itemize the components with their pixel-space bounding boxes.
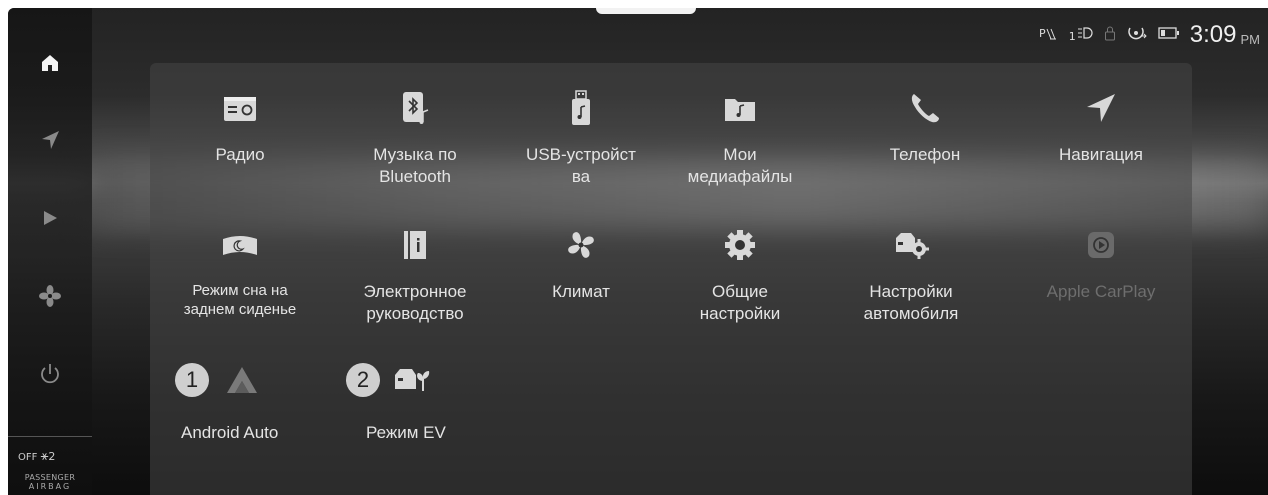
climate-fan-icon [561,225,601,265]
airbag-seat-number: 2 [48,450,56,463]
sidebar: OFF ⚹2 PASSENGER AIRBAG [8,8,92,495]
app-navigation[interactable]: Навигация [1016,88,1186,166]
app-label: Режим EV [366,423,446,442]
settings-gear-icon [720,225,760,265]
app-label: Навигация [1059,145,1143,164]
home-icon [39,52,61,74]
android-auto-icon [225,365,259,399]
sidebar-item-home[interactable] [8,33,92,93]
app-label-line2: медиафайлы [687,167,793,186]
app-label-line1: Режим сна на [192,282,288,299]
ev-mode-icon [392,365,432,399]
navigation-icon [1081,88,1121,128]
infotainment-screen: OFF ⚹2 PASSENGER AIRBAG P 1 3:09 PM Ради… [8,8,1268,495]
radio-icon [220,88,260,128]
autohold-icon: P [1039,25,1059,45]
app-radio[interactable]: Радио [155,88,325,166]
app-ev-mode[interactable]: 2 Режим EV [346,363,486,453]
app-label: Apple CarPlay [1046,282,1156,301]
status-bar: P 1 3:09 PM [1039,20,1260,50]
app-e-manual[interactable]: Электронное руководство [330,225,500,325]
apps-panel: Радио Музыка по Bluetooth USB-устройст в… [150,63,1192,495]
app-label-line1: Музыка по [373,145,457,164]
app-label-line1: Общие [712,282,768,301]
media-folder-icon [720,88,760,128]
shortcut-badge: 1 [175,363,209,397]
cruise-icon: 1 [1069,26,1094,44]
airbag-state: OFF [18,452,38,463]
app-label-line2: настройки [699,304,781,323]
app-label-line2: автомобиля [863,304,959,323]
sidebar-item-navigation[interactable] [8,110,92,170]
lock-icon [1104,25,1116,45]
app-label-line2: заднем сиденье [183,301,297,318]
app-label: Телефон [889,145,961,164]
app-label: Климат [552,282,610,301]
app-label-line2: Bluetooth [379,167,451,186]
app-my-media[interactable]: Мои медиафайлы [655,88,825,188]
svg-text:P: P [1039,27,1046,40]
navigation-arrow-icon [39,129,61,151]
app-label-line1: Мои [723,145,757,164]
airbag-label-line1: PASSENGER [24,473,76,482]
rear-sleep-mode-icon [220,225,260,265]
bluetooth-music-icon [395,88,435,128]
shortcut-badge: 2 [346,363,380,397]
app-usb[interactable]: USB-устройст ва [496,88,666,188]
passenger-airbag-indicator: OFF ⚹2 PASSENGER AIRBAG [8,436,92,495]
vehicle-settings-icon [891,225,931,265]
app-label: Android Auto [181,423,279,442]
app-label: Радио [215,145,265,164]
sidebar-item-power[interactable] [8,344,92,404]
app-vehicle-settings[interactable]: Настройки автомобиля [826,225,996,325]
app-label-line1: Настройки [869,282,953,301]
app-android-auto[interactable]: 1 Android Auto [175,363,315,453]
app-label-line2: ва [571,167,591,186]
tpms-icon [1126,24,1148,46]
fan-icon [39,285,61,307]
app-label-line2: руководство [366,304,464,323]
battery-icon [1158,27,1180,43]
app-bluetooth-music[interactable]: Музыка по Bluetooth [330,88,500,188]
sidebar-item-climate[interactable] [8,266,92,326]
app-rear-sleep-mode[interactable]: Режим сна на заднем сиденье [155,225,325,319]
phone-icon [905,88,945,128]
app-label-line1: USB-устройст [526,145,636,164]
sidebar-item-media[interactable] [8,188,92,248]
usb-icon [561,88,601,128]
play-icon [41,209,59,227]
clock-ampm: PM [1240,31,1261,47]
app-apple-carplay[interactable]: Apple CarPlay [1016,225,1186,303]
clock-time: 3:09 [1189,21,1237,48]
manual-icon [395,225,435,265]
gear-indicator: 1 [1068,30,1076,43]
app-general-settings[interactable]: Общие настройки [655,225,825,325]
app-label-line1: Электронное [363,282,467,301]
app-phone[interactable]: Телефон [840,88,1010,166]
power-icon [38,362,62,386]
airbag-label-line2: AIRBAG [28,482,72,491]
carplay-icon [1081,225,1121,265]
top-pull-tab[interactable] [596,8,696,14]
app-climate[interactable]: Климат [496,225,666,303]
